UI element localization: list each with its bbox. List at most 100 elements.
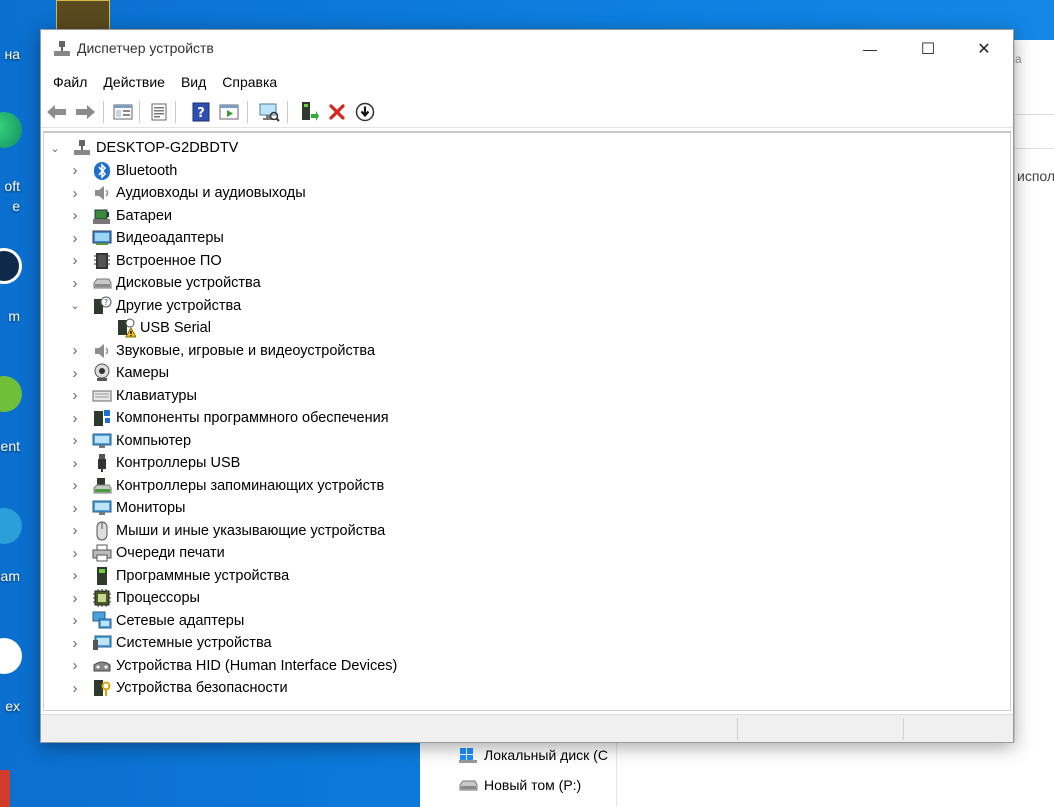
chevron-right-icon[interactable]: › <box>68 655 82 677</box>
chevron-right-icon[interactable]: › <box>68 227 82 249</box>
chevron-down-icon[interactable]: ⌄ <box>48 137 62 159</box>
chevron-right-icon[interactable]: › <box>68 182 82 204</box>
chevron-right-icon[interactable]: › <box>68 272 82 294</box>
chevron-right-icon[interactable]: › <box>68 362 82 384</box>
tree-device-item[interactable]: › Процессоры <box>68 587 200 609</box>
uninstall-device-icon <box>329 104 345 120</box>
update-driver-button[interactable] <box>297 100 321 124</box>
tree-device-item[interactable]: USB Serial <box>92 317 211 339</box>
title-bar[interactable]: Диспетчер устройств — ☐ ✕ <box>41 30 1013 68</box>
tree-root[interactable]: ⌄ DESKTOP-G2DBDTV <box>48 137 238 159</box>
tree-device-item[interactable]: › Устройства безопасности <box>68 677 288 699</box>
tree-device-item[interactable]: › Bluetooth <box>68 160 177 182</box>
chevron-right-icon[interactable]: › <box>68 430 82 452</box>
tree-device-item[interactable]: › Компоненты программного обеспечения <box>68 407 389 429</box>
scan-hardware-button[interactable] <box>257 100 281 124</box>
drive-item-p[interactable]: Новый том (P:) <box>458 774 581 796</box>
chevron-right-icon[interactable]: › <box>68 520 82 542</box>
tree-device-item[interactable]: › Батареи <box>68 205 173 227</box>
tree-device-item[interactable]: › Системные устройства <box>68 632 272 654</box>
menu-view[interactable]: Вид <box>173 74 214 90</box>
back-button[interactable] <box>45 100 69 124</box>
chevron-right-icon[interactable]: › <box>68 542 82 564</box>
menu-help[interactable]: Справка <box>214 74 285 90</box>
tree-item-label: Дисковые устройства <box>116 275 261 291</box>
chevron-right-icon[interactable]: › <box>68 565 82 587</box>
desktop-icon-label: ex <box>5 698 20 714</box>
telegram-icon <box>0 508 22 544</box>
chevron-down-icon[interactable]: ⌄ <box>68 295 82 317</box>
minimize-button[interactable]: — <box>841 30 899 68</box>
battery-icon <box>92 206 112 226</box>
tree-device-item[interactable]: › Камеры <box>68 362 169 384</box>
device-tree[interactable]: ⌄ DESKTOP-G2DBDTV › Bluetooth › Аудиовходы … <box>43 131 1011 711</box>
drive-label: Новый том (P:) <box>484 777 582 793</box>
webcam-icon <box>92 363 112 383</box>
tree-item-label: Контроллеры USB <box>116 455 241 471</box>
tree-device-item[interactable]: › Компьютер <box>68 430 192 452</box>
close-button[interactable]: ✕ <box>955 30 1013 68</box>
desktop-icon-label: ent <box>0 438 20 454</box>
tree-device-item[interactable]: › Устройства HID (Human Interface Devices… <box>68 655 398 677</box>
tree-device-item[interactable]: › Мониторы <box>68 497 186 519</box>
bluetooth-icon <box>92 161 112 181</box>
uninstall-device-button[interactable] <box>325 100 349 124</box>
drive-item-c[interactable]: Локальный диск (C <box>458 744 608 766</box>
hid-icon <box>92 656 112 676</box>
tree-device-item[interactable]: › Сетевые адаптеры <box>68 610 244 632</box>
chevron-right-icon[interactable]: › <box>68 497 82 519</box>
tree-item-label: Контроллеры запоминающих устройств <box>116 477 385 494</box>
maximize-button[interactable]: ☐ <box>899 30 957 68</box>
tree-device-item[interactable]: › Мыши и иные указывающие устройства <box>68 520 385 542</box>
run-action-button[interactable] <box>217 100 241 124</box>
forward-arrow-icon <box>76 105 95 119</box>
tree-device-item[interactable]: › Контроллеры запоминающих устройств <box>68 475 385 497</box>
tree-device-item[interactable]: › Дисковые устройства <box>68 272 261 294</box>
tree-item-label: Компоненты программного обеспечения <box>116 410 389 426</box>
chevron-right-icon[interactable]: › <box>68 205 82 227</box>
chevron-right-icon[interactable]: › <box>68 160 82 182</box>
tree-device-item[interactable]: ⌄? Другие устройства <box>68 295 241 317</box>
tree-item-label: Программные устройства <box>116 567 290 584</box>
chevron-right-icon[interactable]: › <box>68 632 82 654</box>
disable-device-button[interactable] <box>353 100 377 124</box>
chevron-right-icon[interactable]: › <box>68 407 82 429</box>
tree-item-label: Встроенное ПО <box>116 252 222 269</box>
tree-item-label: Батареи <box>116 207 173 224</box>
tree-item-label: Другие устройства <box>116 297 242 314</box>
tree-device-item[interactable]: › Клавиатуры <box>68 385 197 407</box>
device-manager-window[interactable]: Диспетчер устройств — ☐ ✕ Файл Действие … <box>40 29 1014 743</box>
scan-hardware-icon <box>259 103 280 122</box>
menu-file[interactable]: Файл <box>45 74 95 90</box>
maximize-icon: ☐ <box>920 41 936 58</box>
help-button[interactable]: ? <box>189 100 213 124</box>
tree-device-item[interactable]: › Контроллеры USB <box>68 452 240 474</box>
toolbar-separator <box>139 101 140 123</box>
divider <box>1015 114 1054 115</box>
show-hide-tree-button[interactable] <box>111 100 135 124</box>
tree-device-item[interactable]: › Встроенное ПО <box>68 250 222 272</box>
tree-device-item[interactable]: › Аудиовходы и аудиовыходы <box>68 182 306 204</box>
chevron-right-icon[interactable]: › <box>68 610 82 632</box>
device-manager-icon <box>53 40 71 58</box>
chevron-right-icon[interactable]: › <box>68 340 82 362</box>
back-arrow-icon <box>47 105 66 119</box>
background-explorer-window[interactable]: а исполо <box>1014 40 1054 807</box>
chevron-right-icon[interactable]: › <box>68 452 82 474</box>
software-component-icon <box>92 408 112 428</box>
tree-device-item[interactable]: › Программные устройства <box>68 565 289 587</box>
tree-device-item[interactable]: › Звуковые, игровые и видеоустройства <box>68 340 376 362</box>
system-device-icon <box>92 633 112 653</box>
tree-device-item[interactable]: › Очереди печати <box>68 542 225 564</box>
properties-button[interactable] <box>147 100 171 124</box>
toolbar-separator <box>247 101 248 123</box>
chevron-right-icon[interactable]: › <box>68 250 82 272</box>
chevron-right-icon[interactable]: › <box>68 385 82 407</box>
tree-device-item[interactable]: › Видеоадаптеры <box>68 227 224 249</box>
chevron-right-icon[interactable]: › <box>68 677 82 699</box>
menu-action[interactable]: Действие <box>95 74 173 90</box>
security-device-icon <box>92 678 112 698</box>
forward-button[interactable] <box>73 100 97 124</box>
chevron-right-icon[interactable]: › <box>68 475 82 497</box>
chevron-right-icon[interactable]: › <box>68 587 82 609</box>
